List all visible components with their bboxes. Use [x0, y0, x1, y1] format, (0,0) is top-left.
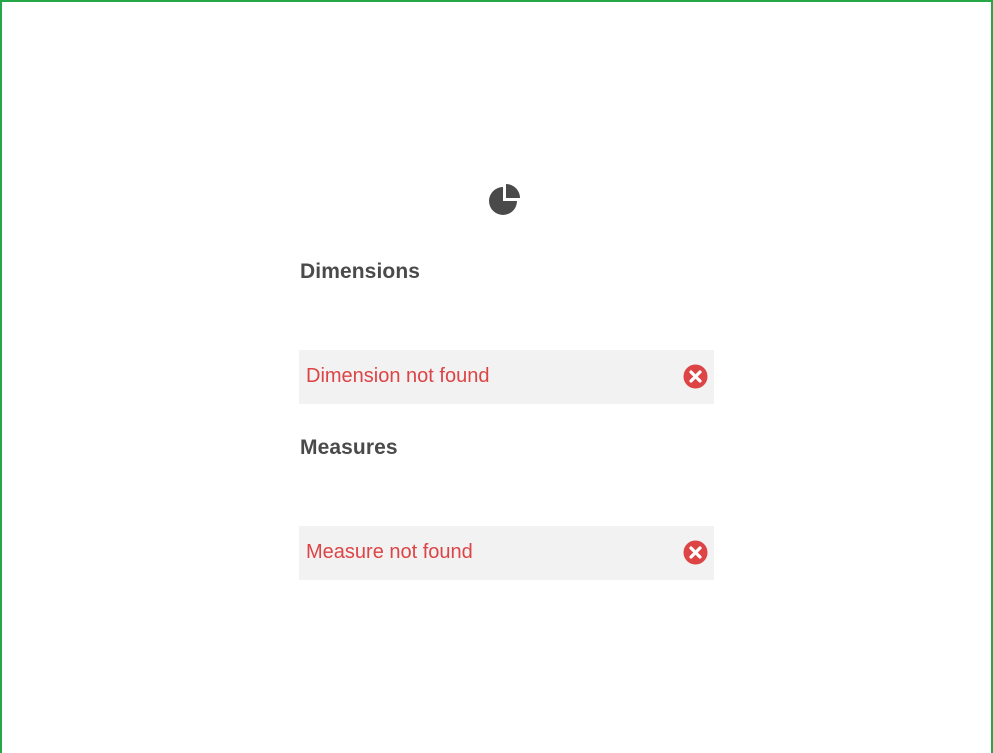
dimensions-heading: Dimensions — [300, 260, 421, 283]
dimension-error-item[interactable]: Dimension not found — [299, 350, 714, 404]
pie-chart-icon — [489, 184, 520, 215]
measure-error-item[interactable]: Measure not found — [299, 526, 714, 580]
error-icon[interactable] — [683, 540, 708, 565]
chart-placeholder-frame: Dimensions Dimension not found Measures … — [0, 0, 993, 753]
measure-error-label: Measure not found — [306, 541, 473, 563]
error-icon[interactable] — [683, 364, 708, 389]
dimension-error-label: Dimension not found — [306, 365, 490, 387]
measures-heading: Measures — [300, 436, 398, 459]
